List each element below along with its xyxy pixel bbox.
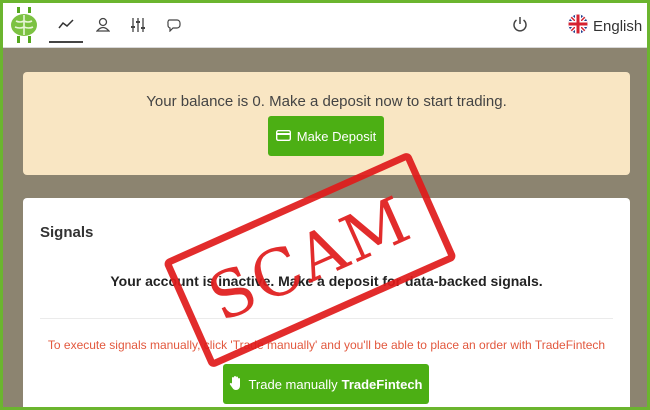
- signals-title: Signals: [40, 224, 94, 241]
- make-deposit-button[interactable]: Make Deposit: [268, 116, 384, 156]
- chart-line-icon: [58, 17, 74, 35]
- nav-chart-tab[interactable]: [49, 11, 83, 43]
- divider: [40, 318, 613, 319]
- user-icon: [95, 17, 111, 37]
- chat-icon: [166, 18, 182, 37]
- brain-logo-icon[interactable]: [9, 7, 39, 43]
- sliders-icon: [130, 17, 146, 37]
- top-navbar: English: [3, 3, 647, 48]
- logout-button[interactable]: [507, 13, 533, 39]
- power-icon: [512, 16, 528, 37]
- trade-brand-label: TradeFintech: [341, 376, 423, 392]
- nav-settings-tab[interactable]: [121, 11, 155, 43]
- balance-message: Your balance is 0. Make a deposit now to…: [146, 93, 507, 110]
- hand-icon: [229, 375, 243, 394]
- language-label: English: [593, 17, 643, 35]
- make-deposit-label: Make Deposit: [296, 128, 377, 144]
- language-selector[interactable]: English: [568, 14, 642, 38]
- inactive-account-message: Your account is inactive. Make a deposit…: [110, 273, 543, 289]
- trade-manually-button[interactable]: Trade manually TradeFintech: [223, 364, 429, 404]
- nav-chat-tab[interactable]: [157, 11, 191, 43]
- uk-flag-icon: [568, 14, 588, 39]
- credit-card-icon: [275, 129, 291, 144]
- nav-profile-tab[interactable]: [86, 11, 120, 43]
- app-frame: English Your balance is 0. Make a deposi…: [3, 3, 647, 407]
- signals-panel: Signals Your account is inactive. Make a…: [23, 198, 630, 407]
- manual-trade-hint: To execute signals manually, click 'Trad…: [47, 338, 606, 352]
- deposit-banner: Your balance is 0. Make a deposit now to…: [23, 72, 630, 175]
- trade-manually-label: Trade manually: [248, 376, 338, 392]
